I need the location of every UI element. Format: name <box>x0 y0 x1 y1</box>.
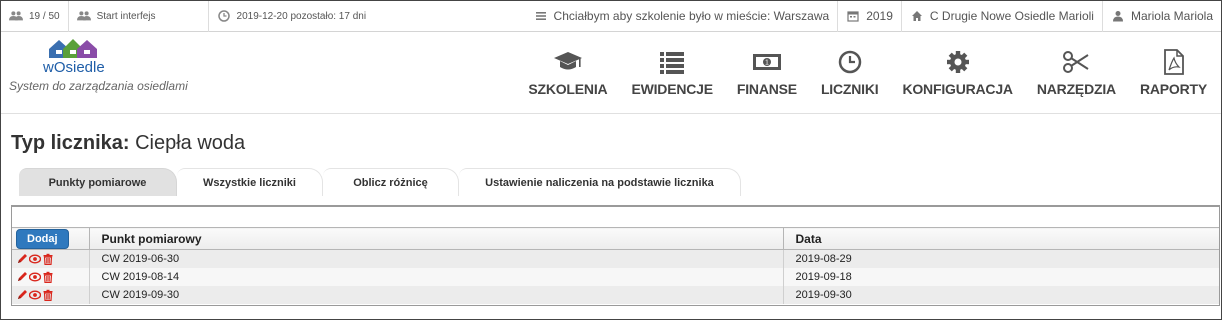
gear-icon <box>946 51 969 73</box>
header-divider <box>1 113 1221 114</box>
users-icon <box>9 11 23 21</box>
edit-pencil-icon[interactable] <box>16 253 28 265</box>
clock-icon <box>217 10 230 22</box>
cell-point: CW 2019-09-30 <box>89 285 784 304</box>
tab-ustawienie-naliczenia[interactable]: Ustawienie naliczenia na podstawie liczn… <box>459 168 741 196</box>
nav-label: RAPORTY <box>1139 81 1207 97</box>
nav-finanse[interactable]: 1 FINANSE <box>737 49 797 97</box>
measurement-points-panel: Dodaj Punkt pomiarowy Data CW 2019-06-30… <box>11 205 1220 306</box>
menu-icon <box>535 12 546 20</box>
app-window: 19 / 50 Start interfejs 2019-12-20 pozos… <box>0 0 1222 320</box>
tab-label: Oblicz różnicę <box>353 176 428 189</box>
nav-label: NARZĘDZIA <box>1036 81 1116 97</box>
training-city-link[interactable]: Chciałbym aby szkolenie było w mieście: … <box>526 1 839 32</box>
cell-date: 2019-09-30 <box>783 285 1219 304</box>
cell-date: 2019-08-29 <box>783 249 1219 268</box>
graduation-cap-icon <box>553 52 582 70</box>
tab-label: Wszystkie liczniki <box>203 176 296 189</box>
user-menu[interactable]: Mariola Mariola <box>1103 1 1221 32</box>
main-nav: SZKOLENIA EWIDENCJE 1 FINANSE LICZNIKI K… <box>504 49 1207 97</box>
nav-liczniki[interactable]: LICZNIKI <box>821 49 879 97</box>
table-row[interactable]: CW 2019-08-14 2019-09-18 <box>12 267 1219 286</box>
calendar-icon <box>847 11 859 22</box>
start-interface-link[interactable]: Start interfejs <box>69 1 209 32</box>
view-eye-icon[interactable] <box>29 271 41 283</box>
houses-logo-icon <box>49 39 97 58</box>
nav-label: SZKOLENIA <box>528 81 608 97</box>
page-title-value: Ciepła woda <box>135 132 246 154</box>
svg-text:1: 1 <box>765 60 769 67</box>
training-city-label: Chciałbym aby szkolenie było w mieście: … <box>553 9 830 23</box>
scissors-icon <box>1063 51 1089 73</box>
table-row[interactable]: CW 2019-09-30 2019-09-30 <box>12 285 1219 304</box>
estate-label: C Drugie Nowe Osiedle Marioli <box>929 9 1094 23</box>
tab-punkty-pomiarowe[interactable]: Punkty pomiarowe <box>19 168 177 196</box>
clock-icon <box>838 50 861 74</box>
delete-trash-icon[interactable] <box>42 253 54 265</box>
estate-selector[interactable]: C Drugie Nowe Osiedle Marioli <box>902 1 1103 32</box>
user-icon <box>1112 11 1123 22</box>
year-label: 2019 <box>866 9 893 23</box>
list-icon <box>660 52 685 74</box>
tab-bar: Punkty pomiarowe Wszystkie liczniki Obli… <box>19 168 741 196</box>
page-title-label: Typ licznika: <box>11 132 130 154</box>
logo-subtitle: System do zarządzania osiedlami <box>9 79 188 93</box>
nav-label: FINANSE <box>736 81 797 97</box>
users-count-label: 19 / 50 <box>29 10 60 22</box>
app-logo[interactable]: wOsiedle System do zarządzania osiedlami <box>9 37 209 97</box>
row-actions <box>12 249 90 268</box>
row-actions <box>12 267 90 286</box>
edit-pencil-icon[interactable] <box>16 271 28 283</box>
nav-szkolenia[interactable]: SZKOLENIA <box>528 49 608 97</box>
user-label: Mariola Mariola <box>1130 9 1213 23</box>
view-eye-icon[interactable] <box>29 289 41 301</box>
delete-trash-icon[interactable] <box>42 289 54 301</box>
nav-label: EWIDENCJE <box>631 81 713 97</box>
users-count[interactable]: 19 / 50 <box>1 1 69 32</box>
row-actions <box>12 285 90 304</box>
tab-label: Ustawienie naliczenia na podstawie liczn… <box>485 176 714 189</box>
nav-konfiguracja[interactable]: KONFIGURACJA <box>902 49 1013 97</box>
money-icon: 1 <box>752 54 781 70</box>
cell-point: CW 2019-06-30 <box>89 249 784 268</box>
license-label: 2019-12-20 pozostało: 17 dni <box>236 10 367 22</box>
measurement-points-table: Dodaj Punkt pomiarowy Data CW 2019-06-30… <box>12 227 1219 304</box>
cell-date: 2019-09-18 <box>783 267 1219 286</box>
pdf-file-icon <box>1164 49 1185 75</box>
column-header-date[interactable]: Data <box>783 227 1219 250</box>
nav-label: LICZNIKI <box>820 81 879 97</box>
cell-point: CW 2019-08-14 <box>89 267 784 286</box>
delete-trash-icon[interactable] <box>42 271 54 283</box>
tab-label: Punkty pomiarowe <box>48 176 147 189</box>
add-button[interactable]: Dodaj <box>16 228 69 249</box>
users-icon <box>76 11 91 21</box>
add-column-header: Dodaj <box>12 227 90 250</box>
start-interface-label: Start interfejs <box>96 10 156 22</box>
logo-text: wOsiedle <box>43 59 105 76</box>
home-icon <box>911 11 922 21</box>
column-header-point[interactable]: Punkt pomiarowy <box>89 227 784 250</box>
nav-ewidencje[interactable]: EWIDENCJE <box>631 49 713 97</box>
page-title: Typ licznika: Ciepła woda <box>11 132 245 155</box>
top-bar: 19 / 50 Start interfejs 2019-12-20 pozos… <box>1 1 1221 32</box>
year-selector[interactable]: 2019 <box>838 1 902 32</box>
nav-label: KONFIGURACJA <box>902 81 1013 97</box>
tab-oblicz-roznice[interactable]: Oblicz różnicę <box>323 168 459 196</box>
tab-wszystkie-liczniki[interactable]: Wszystkie liczniki <box>177 168 323 196</box>
table-header-row: Dodaj Punkt pomiarowy Data <box>12 227 1219 250</box>
nav-raporty[interactable]: RAPORTY <box>1140 49 1207 97</box>
edit-pencil-icon[interactable] <box>16 289 28 301</box>
nav-narzedzia[interactable]: NARZĘDZIA <box>1037 49 1116 97</box>
view-eye-icon[interactable] <box>29 253 41 265</box>
license-info: 2019-12-20 pozostało: 17 dni <box>209 1 375 32</box>
table-row[interactable]: CW 2019-06-30 2019-08-29 <box>12 249 1219 268</box>
